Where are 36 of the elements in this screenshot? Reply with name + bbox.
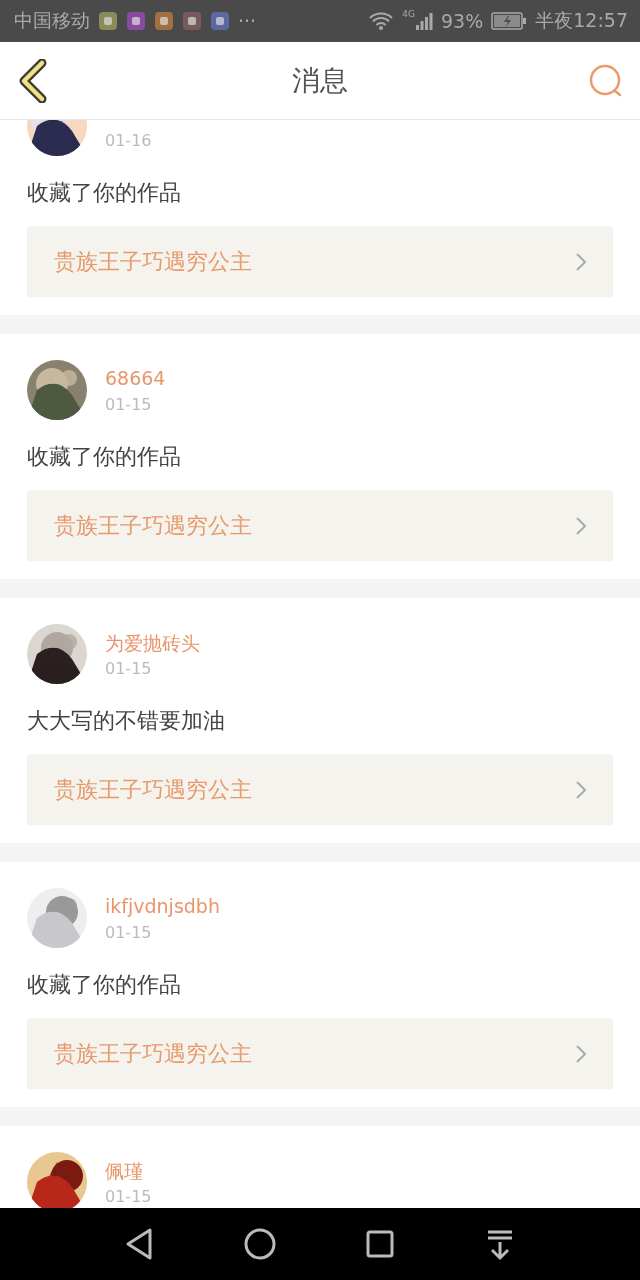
user-name[interactable]: 佩瑾 bbox=[105, 1158, 152, 1183]
user-name[interactable]: ikfjvdnjsdbh bbox=[105, 894, 220, 919]
network-type: 4G bbox=[402, 9, 415, 19]
message-text: 收藏了你的作品 bbox=[27, 971, 182, 999]
work-link[interactable]: 贵族王子巧遇穷公主 bbox=[27, 1018, 613, 1089]
chevron-icon bbox=[575, 515, 587, 536]
work-link[interactable]: 贵族王子巧遇穷公主 bbox=[27, 226, 613, 297]
carrier-name: 中国移动 bbox=[14, 8, 90, 33]
app-notification-icon bbox=[98, 11, 118, 31]
chevron-icon bbox=[575, 1043, 587, 1064]
message-date: 01-16 bbox=[105, 130, 152, 150]
battery-percent: 93% bbox=[441, 10, 484, 32]
message-date: 01-15 bbox=[105, 922, 153, 942]
message-date: 01-15 bbox=[105, 1186, 152, 1206]
more-notifications: ··· bbox=[238, 10, 257, 32]
chevron-icon bbox=[575, 779, 587, 800]
message-date: 01-15 bbox=[105, 394, 153, 414]
work-link[interactable]: 贵族王子巧遇穷公主 bbox=[27, 754, 613, 825]
app-notification-icon bbox=[210, 11, 230, 31]
message-date: 01-15 bbox=[105, 658, 153, 678]
page-title: 消息 bbox=[292, 62, 348, 99]
work-link[interactable]: 贵族王子巧遇穷公主 bbox=[27, 490, 613, 561]
chevron-icon bbox=[575, 251, 587, 272]
app-notification-icon bbox=[126, 11, 146, 31]
battery-charging-icon bbox=[491, 12, 528, 30]
user-name[interactable]: 68664 bbox=[105, 366, 166, 391]
user-name[interactable]: 为爱抛砖头 bbox=[105, 630, 200, 655]
signal-icon bbox=[415, 11, 433, 31]
message-text: 大大写的不错要加油 bbox=[27, 707, 226, 735]
app-notification-icon bbox=[182, 11, 202, 31]
app-notification-icon bbox=[154, 11, 174, 31]
message-text: 收藏了你的作品 bbox=[27, 179, 182, 207]
back-button[interactable] bbox=[18, 58, 48, 103]
clock-time: 半夜12:57 bbox=[535, 8, 628, 33]
wifi-icon bbox=[368, 11, 395, 31]
message-text: 收藏了你的作品 bbox=[27, 443, 182, 471]
